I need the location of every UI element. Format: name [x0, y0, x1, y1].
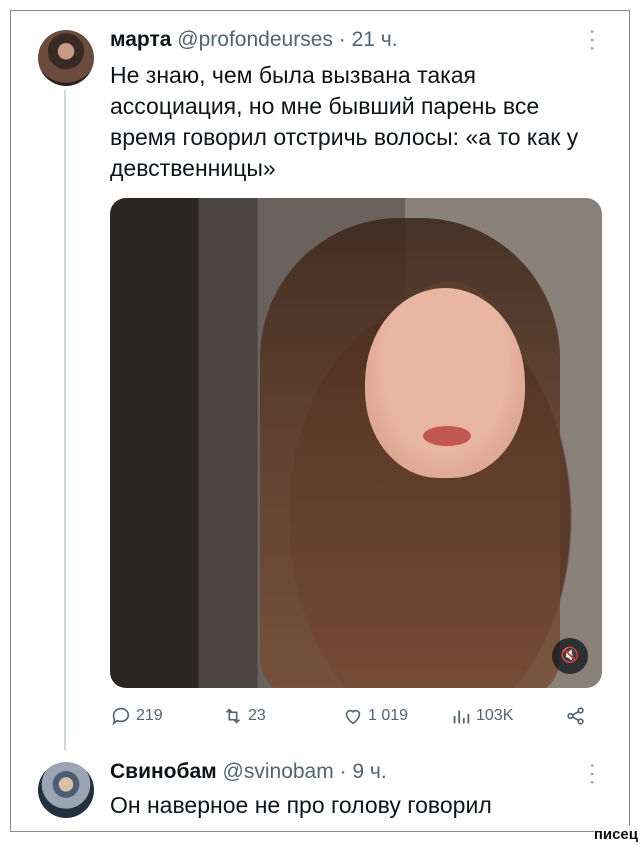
views-count: 103K	[476, 707, 514, 724]
mute-speaker-icon[interactable]: 🔇	[552, 638, 588, 674]
retweet-button[interactable]: 23	[222, 705, 266, 727]
share-icon	[567, 707, 584, 725]
tweet-actions-bar: 219 23 1 019 103K	[110, 705, 600, 735]
author-handle[interactable]: @profondeurses	[177, 28, 333, 51]
like-button[interactable]: 1 019	[342, 705, 408, 727]
tweet-text: Он наверное не про голову говорил	[110, 792, 492, 818]
heart-icon	[345, 709, 361, 725]
like-count: 1 019	[368, 707, 409, 724]
author-handle[interactable]: @svinobam	[223, 760, 334, 783]
views-button[interactable]: 103K	[450, 705, 513, 727]
reply-button[interactable]: 219	[110, 705, 163, 727]
timestamp[interactable]: 21 ч.	[352, 28, 398, 51]
thread-connector-line	[64, 90, 66, 750]
avatar[interactable]	[38, 30, 94, 86]
author-name[interactable]: марта	[110, 28, 171, 51]
retweet-count: 23	[248, 707, 266, 724]
tweet-video[interactable]: 🔇	[110, 198, 602, 688]
avatar[interactable]	[38, 762, 94, 818]
more-options-icon[interactable]: ···	[580, 28, 606, 53]
reply-count: 219	[136, 707, 163, 724]
more-options-icon[interactable]: ···	[580, 762, 606, 787]
tweet-header: марта @profondeurses · 21 ч.	[110, 28, 398, 52]
retweet-icon	[225, 708, 241, 724]
tweet-text: Не знаю, чем была вызвана такая ассоциац…	[110, 62, 579, 181]
separator-dot: ·	[339, 760, 347, 783]
author-name[interactable]: Свинобам	[110, 760, 217, 783]
video-frame-face	[365, 288, 525, 478]
share-button[interactable]	[565, 705, 587, 727]
tweet-header: Свинобам @svinobam · 9 ч.	[110, 760, 387, 784]
reply-icon	[112, 707, 130, 726]
separator-dot: ·	[338, 28, 346, 51]
video-frame-lips	[423, 426, 471, 446]
views-chart-icon	[453, 710, 470, 724]
timestamp[interactable]: 9 ч.	[352, 760, 386, 783]
watermark: писец	[593, 826, 638, 843]
